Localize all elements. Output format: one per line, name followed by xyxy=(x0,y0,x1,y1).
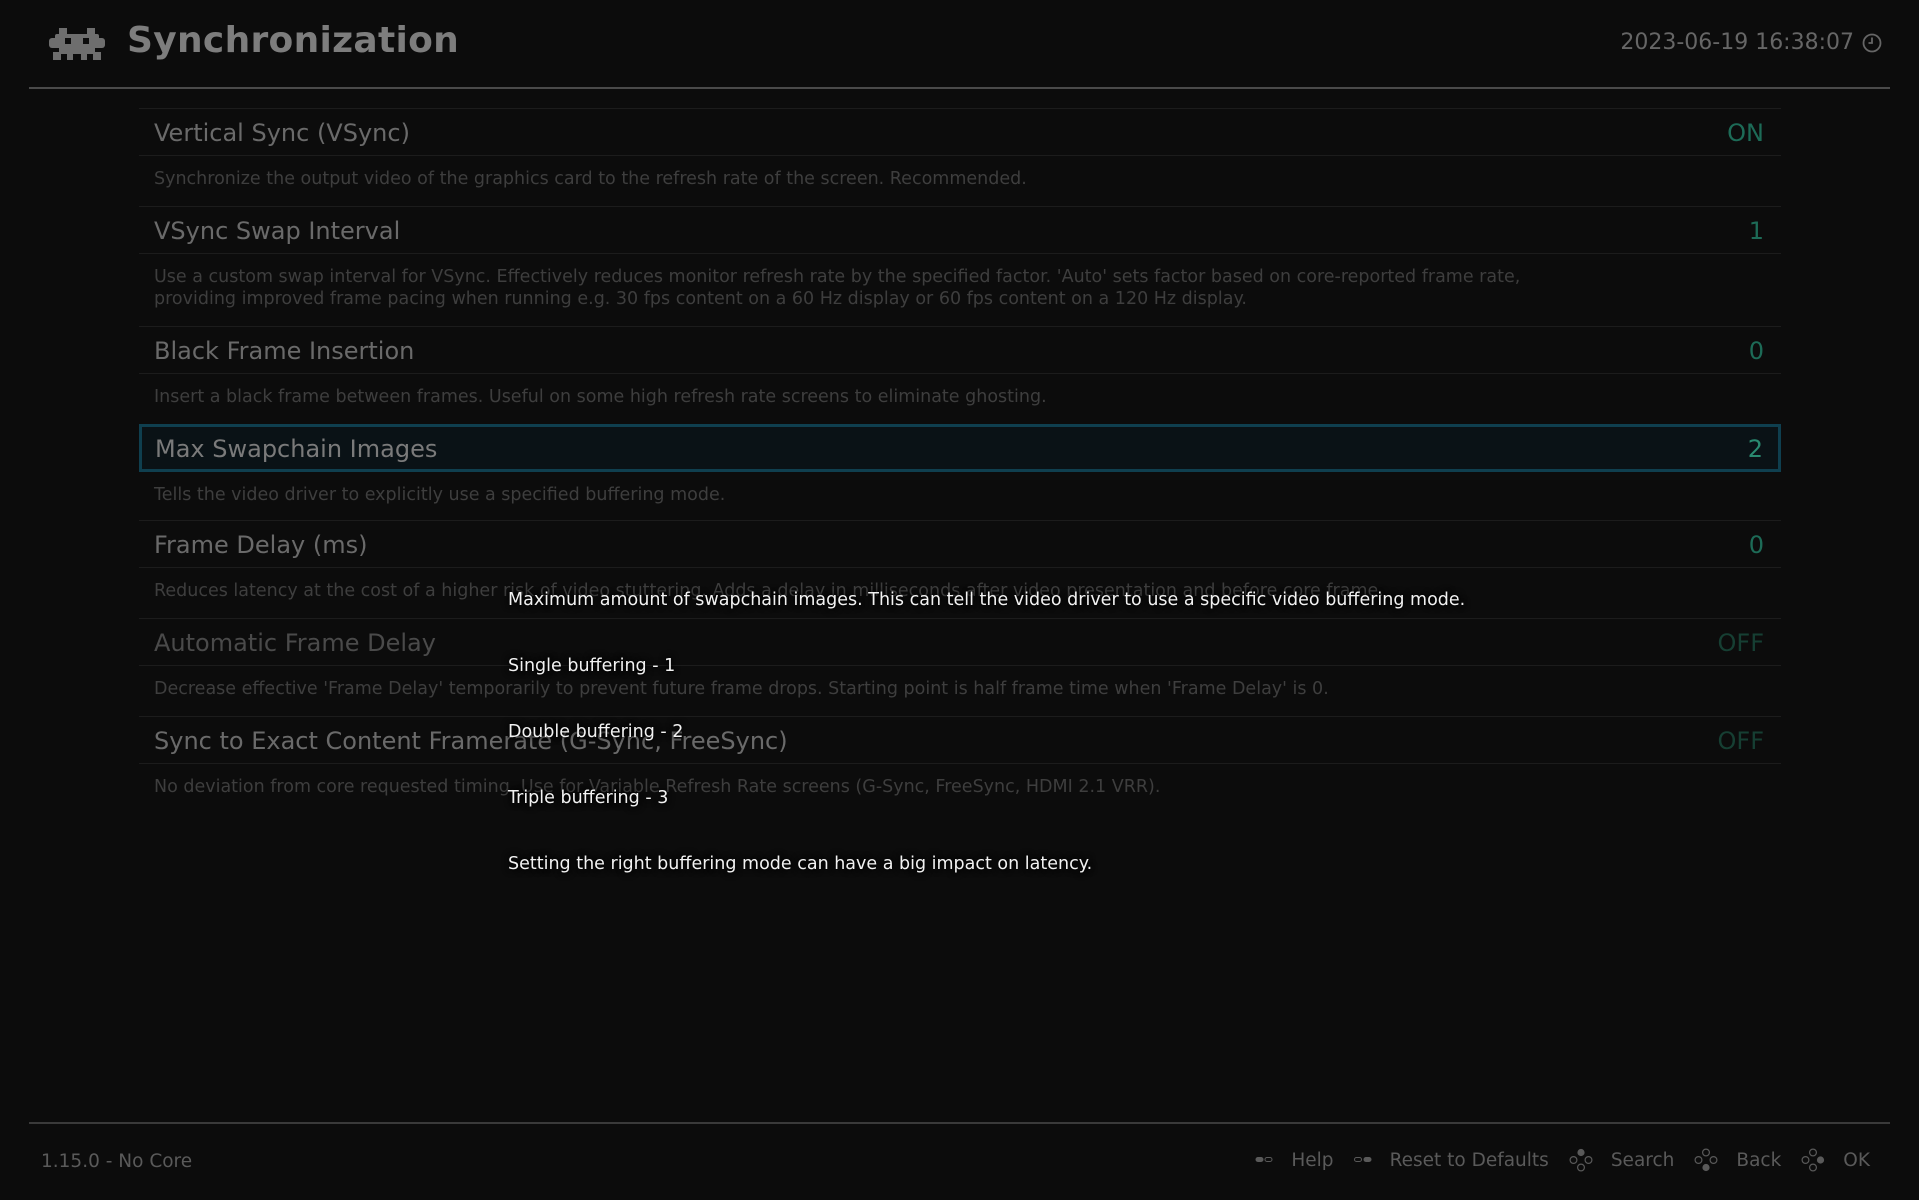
page-title: Synchronization xyxy=(127,20,460,61)
tooltip-line: Single buffering - 1 xyxy=(508,656,676,676)
hint-help[interactable]: Help xyxy=(1255,1149,1334,1171)
hint-label: OK xyxy=(1843,1149,1870,1171)
setting-value: 0 xyxy=(1748,337,1764,365)
setting-label: Vertical Sync (VSync) xyxy=(154,119,410,147)
select-button-icon xyxy=(1255,1157,1273,1162)
setting-value: ON xyxy=(1727,119,1764,147)
hint-back[interactable]: Back xyxy=(1694,1148,1781,1172)
clock-icon xyxy=(1862,33,1882,52)
setting-vsync-swap-interval[interactable]: VSync Swap Interval 1 xyxy=(139,206,1781,254)
gamepad-b-button-icon xyxy=(1694,1148,1718,1172)
datetime-text: 2023-06-19 16:38:07 xyxy=(1620,30,1854,55)
setting-label: Max Swapchain Images xyxy=(155,435,438,463)
hint-reset-defaults[interactable]: Reset to Defaults xyxy=(1353,1149,1549,1171)
hint-label: Search xyxy=(1610,1149,1675,1171)
datetime-display: 2023-06-19 16:38:07 xyxy=(1620,30,1882,55)
setting-value: OFF xyxy=(1717,727,1765,755)
settings-screen: Synchronization 2023-06-19 16:38:07 Vert… xyxy=(0,0,1919,1200)
setting-value: 2 xyxy=(1747,435,1763,463)
gamepad-a-button-icon xyxy=(1801,1148,1825,1172)
setting-description: Tells the video driver to explicitly use… xyxy=(154,485,726,505)
setting-label: VSync Swap Interval xyxy=(154,217,401,245)
tooltip-line: Maximum amount of swapchain images. This… xyxy=(508,590,1466,610)
setting-vsync[interactable]: Vertical Sync (VSync) ON xyxy=(139,108,1781,156)
hint-label: Help xyxy=(1291,1149,1334,1171)
version-label: 1.15.0 - No Core xyxy=(41,1151,193,1172)
button-hints: Help Reset to Defaults Search Back OK xyxy=(1255,1148,1870,1172)
setting-description: Insert a black frame between frames. Use… xyxy=(154,387,1047,407)
setting-value: OFF xyxy=(1717,629,1765,657)
header-bar: Synchronization 2023-06-19 16:38:07 xyxy=(29,0,1890,89)
retroarch-invader-icon xyxy=(49,28,105,60)
setting-label: Frame Delay (ms) xyxy=(154,531,368,559)
tooltip-line: Setting the right buffering mode can hav… xyxy=(508,854,1093,874)
setting-description-line: providing improved frame pacing when run… xyxy=(154,289,1247,309)
setting-black-frame-insertion[interactable]: Black Frame Insertion 0 xyxy=(139,326,1781,374)
hint-search[interactable]: Search xyxy=(1569,1148,1675,1172)
footer-bar: 1.15.0 - No Core Help Reset to Defaults xyxy=(29,1122,1890,1200)
setting-value: 0 xyxy=(1748,531,1764,559)
setting-label: Black Frame Insertion xyxy=(154,337,415,365)
setting-description: Synchronize the output video of the grap… xyxy=(154,169,1027,189)
help-tooltip: Maximum amount of swapchain images. This… xyxy=(508,545,1465,919)
setting-value: 1 xyxy=(1748,217,1764,245)
setting-max-swapchain-images[interactable]: Max Swapchain Images 2 xyxy=(139,424,1781,472)
setting-label: Automatic Frame Delay xyxy=(154,629,436,657)
tooltip-line: Triple buffering - 3 xyxy=(508,788,669,808)
hint-ok[interactable]: OK xyxy=(1801,1148,1870,1172)
start-button-icon xyxy=(1353,1157,1372,1162)
hint-label: Reset to Defaults xyxy=(1389,1149,1549,1171)
setting-description: Use a custom swap interval for VSync. Ef… xyxy=(139,254,1659,326)
hint-label: Back xyxy=(1736,1149,1782,1171)
gamepad-y-button-icon xyxy=(1569,1148,1593,1172)
tooltip-line: Double buffering - 2 xyxy=(508,722,684,742)
setting-description-line: Use a custom swap interval for VSync. Ef… xyxy=(154,267,1521,287)
